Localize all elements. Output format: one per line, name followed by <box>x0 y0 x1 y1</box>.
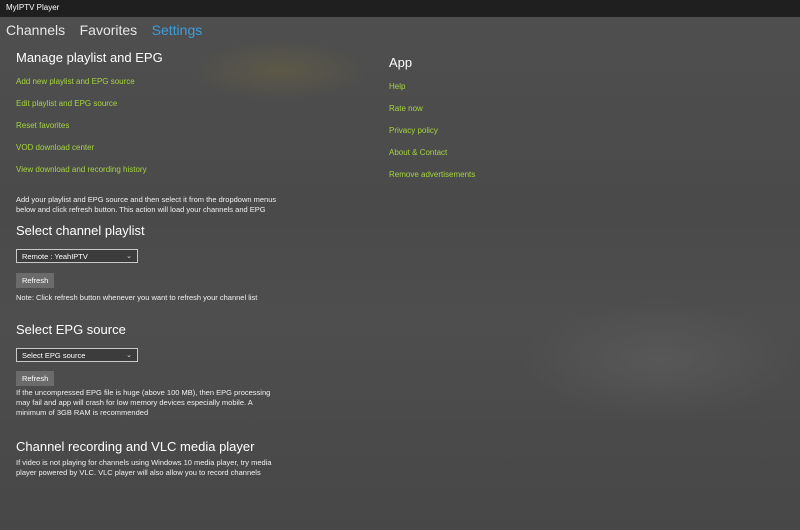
remove-ads-link[interactable]: Remove advertisements <box>389 170 689 180</box>
reset-favorites-link[interactable]: Reset favorites <box>16 121 316 131</box>
epg-source-dropdown[interactable]: Select EPG source ⌄ <box>16 348 138 362</box>
rate-now-link[interactable]: Rate now <box>389 104 689 114</box>
help-link[interactable]: Help <box>389 82 689 92</box>
history-link[interactable]: View download and recording history <box>16 165 316 175</box>
epg-source-value: Select EPG source <box>22 351 86 360</box>
window-title: MyIPTV Player <box>6 3 60 12</box>
tab-settings[interactable]: Settings <box>152 22 203 38</box>
recording-description: If video is not playing for channels usi… <box>16 458 272 477</box>
app-links: Help Rate now Privacy policy About & Con… <box>389 82 689 180</box>
epg-source-heading: Select EPG source <box>16 322 126 337</box>
chevron-down-icon: ⌄ <box>126 352 132 359</box>
privacy-policy-link[interactable]: Privacy policy <box>389 126 689 136</box>
settings-right-column: App Help Rate now Privacy policy About &… <box>389 55 689 180</box>
about-contact-link[interactable]: About & Contact <box>389 148 689 158</box>
vod-download-link[interactable]: VOD download center <box>16 143 316 153</box>
background-blur <box>520 300 800 420</box>
top-nav: Channels Favorites Settings <box>6 22 212 42</box>
channel-playlist-heading: Select channel playlist <box>16 223 145 238</box>
settings-left-column: Manage playlist and EPG Add new playlist… <box>16 50 316 478</box>
recording-heading: Channel recording and VLC media player <box>16 439 255 454</box>
app-heading: App <box>389 55 413 70</box>
app-window: MyIPTV Player Channels Favorites Setting… <box>0 0 800 530</box>
channel-playlist-note: Note: Click refresh button whenever you … <box>16 293 258 302</box>
channel-playlist-value: Remote : YeahIPTV <box>22 252 88 261</box>
tab-favorites[interactable]: Favorites <box>80 22 138 38</box>
tab-channels[interactable]: Channels <box>6 22 65 38</box>
chevron-down-icon: ⌄ <box>126 253 132 260</box>
channel-playlist-dropdown[interactable]: Remote : YeahIPTV ⌄ <box>16 249 138 263</box>
edit-playlist-link[interactable]: Edit playlist and EPG source <box>16 99 316 109</box>
title-bar: MyIPTV Player <box>0 0 800 17</box>
manage-heading: Manage playlist and EPG <box>16 50 163 65</box>
epg-source-note: If the uncompressed EPG file is huge (ab… <box>16 388 271 417</box>
manage-links: Add new playlist and EPG source Edit pla… <box>16 77 316 175</box>
add-playlist-link[interactable]: Add new playlist and EPG source <box>16 77 316 87</box>
manage-description: Add your playlist and EPG source and the… <box>16 195 277 214</box>
epg-refresh-button[interactable]: Refresh <box>16 371 55 386</box>
channel-refresh-button[interactable]: Refresh <box>16 273 55 288</box>
